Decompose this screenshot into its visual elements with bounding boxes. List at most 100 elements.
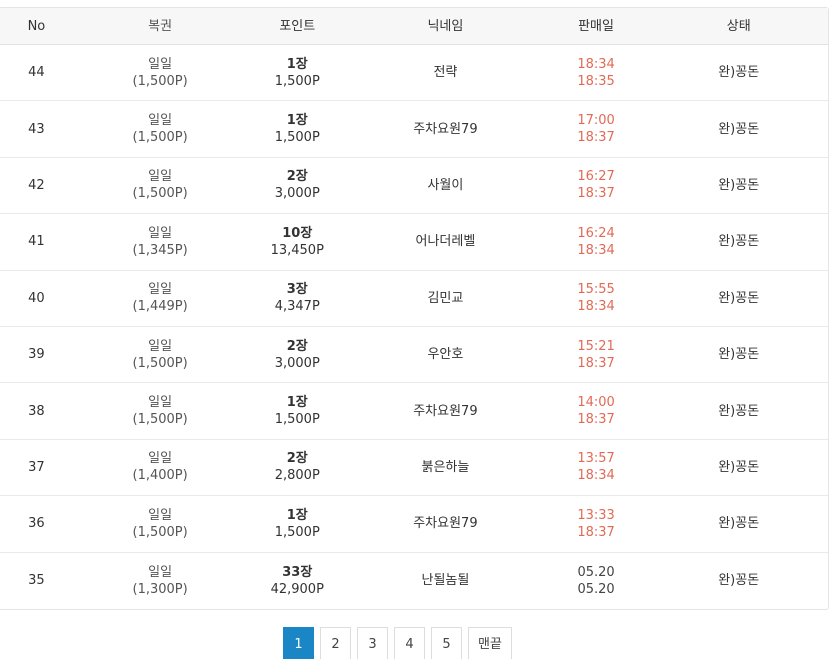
row-points: 10장 13,450P bbox=[246, 225, 348, 259]
row-no: 38 bbox=[28, 403, 45, 419]
points-total: 1,500P bbox=[274, 412, 320, 428]
table-body: 44 일일 (1,500P) 1장 1,500P 전략 18:34 18:35 완)꽁돈 43 일일… bbox=[0, 45, 828, 609]
row-ticket: 일일 (1,500P) bbox=[74, 56, 247, 90]
row-sold-time: 14:00 18:37 bbox=[543, 394, 650, 428]
row-no: 36 bbox=[28, 516, 45, 532]
row-nickname[interactable]: 주차요원79 bbox=[348, 403, 543, 420]
sold-time-start: 14:00 bbox=[577, 395, 615, 411]
sold-time-start: 13:57 bbox=[577, 451, 615, 467]
ticket-name: 일일 bbox=[148, 338, 173, 354]
ticket-quantity: 2장 bbox=[286, 338, 308, 354]
row-nickname[interactable]: 붉은하늘 bbox=[348, 459, 543, 476]
row-points: 1장 1,500P bbox=[246, 507, 348, 541]
page-last-button[interactable]: 맨끝 bbox=[468, 627, 512, 659]
row-ticket: 일일 (1,500P) bbox=[74, 168, 247, 202]
points-total: 42,900P bbox=[270, 581, 324, 597]
row-sold-time: 18:34 18:35 bbox=[543, 56, 650, 90]
sold-time-end: 18:34 bbox=[577, 299, 615, 315]
points-total: 3,000P bbox=[274, 186, 320, 202]
ticket-price: (1,500P) bbox=[132, 73, 188, 89]
ticket-quantity: 1장 bbox=[286, 395, 308, 411]
table-row: 39 일일 (1,500P) 2장 3,000P 우안호 15:21 18:37 완)꽁돈 bbox=[0, 327, 828, 384]
ticket-name: 일일 bbox=[148, 395, 173, 411]
sold-time-end: 05.20 bbox=[577, 581, 615, 597]
row-no: 41 bbox=[28, 234, 45, 250]
table-row: 38 일일 (1,500P) 1장 1,500P 주차요원79 14:00 18:37 완)꽁돈 bbox=[0, 383, 828, 440]
row-sold-time: 16:27 18:37 bbox=[543, 168, 650, 202]
row-sold-time: 15:55 18:34 bbox=[543, 281, 650, 315]
header-sold-date: 판매일 bbox=[578, 18, 614, 34]
ticket-quantity: 10장 bbox=[282, 225, 313, 241]
row-sold-time: 13:33 18:37 bbox=[543, 507, 650, 541]
row-nickname[interactable]: 어나더레벨 bbox=[348, 233, 543, 250]
table-header: No 복권 포인트 닉네임 판매일 상태 bbox=[0, 8, 828, 45]
ticket-price: (1,500P) bbox=[132, 355, 188, 371]
pagination: 1 2 3 4 5 맨끝 bbox=[283, 627, 512, 659]
row-points: 1장 1,500P bbox=[246, 112, 348, 146]
row-status: 완)꽁돈 bbox=[718, 121, 760, 137]
page-button-3[interactable]: 3 bbox=[357, 627, 388, 659]
row-nickname[interactable]: 우안호 bbox=[348, 346, 543, 363]
points-total: 2,800P bbox=[274, 468, 320, 484]
row-nickname[interactable]: 김민교 bbox=[348, 290, 543, 307]
sold-time-end: 18:37 bbox=[577, 412, 615, 428]
row-no: 43 bbox=[28, 121, 45, 137]
row-ticket: 일일 (1,500P) bbox=[74, 394, 247, 428]
header-status: 상태 bbox=[726, 18, 751, 34]
header-nickname: 닉네임 bbox=[427, 18, 464, 34]
row-sold-time: 16:24 18:34 bbox=[543, 225, 650, 259]
points-total: 1,500P bbox=[274, 73, 320, 89]
row-status: 완)꽁돈 bbox=[718, 234, 760, 250]
row-points: 2장 3,000P bbox=[246, 338, 348, 372]
row-sold-time: 05.20 05.20 bbox=[543, 564, 650, 598]
row-points: 1장 1,500P bbox=[246, 56, 348, 90]
table-row: 42 일일 (1,500P) 2장 3,000P 사월이 16:27 18:37 완)꽁돈 bbox=[0, 158, 828, 215]
ticket-name: 일일 bbox=[148, 169, 173, 185]
sold-time-end: 18:34 bbox=[577, 468, 615, 484]
row-status: 완)꽁돈 bbox=[718, 459, 760, 475]
page-button-4[interactable]: 4 bbox=[394, 627, 425, 659]
row-sold-time: 15:21 18:37 bbox=[543, 338, 650, 372]
row-status: 완)꽁돈 bbox=[718, 65, 760, 81]
row-ticket: 일일 (1,500P) bbox=[74, 338, 247, 372]
ticket-price: (1,500P) bbox=[132, 186, 188, 202]
row-nickname[interactable]: 난될놈될 bbox=[348, 572, 543, 589]
page-button-1[interactable]: 1 bbox=[283, 627, 314, 659]
row-ticket: 일일 (1,345P) bbox=[74, 225, 247, 259]
row-status: 완)꽁돈 bbox=[718, 177, 760, 193]
ticket-name: 일일 bbox=[148, 225, 173, 241]
page-button-5[interactable]: 5 bbox=[431, 627, 462, 659]
row-points: 3장 4,347P bbox=[246, 281, 348, 315]
ticket-price: (1,400P) bbox=[132, 468, 188, 484]
row-ticket: 일일 (1,500P) bbox=[74, 112, 247, 146]
row-status: 완)꽁돈 bbox=[718, 573, 760, 589]
table-row: 43 일일 (1,500P) 1장 1,500P 주차요원79 17:00 18:37 완)꽁돈 bbox=[0, 101, 828, 158]
row-status: 완)꽁돈 bbox=[718, 516, 760, 532]
table-row: 41 일일 (1,345P) 10장 13,450P 어나더레벨 16:24 18:34 완)꽁… bbox=[0, 214, 828, 271]
sales-table: No 복권 포인트 닉네임 판매일 상태 44 일일 (1,500P) 1장 1,500… bbox=[0, 7, 829, 610]
row-status: 완)꽁돈 bbox=[718, 347, 760, 363]
row-no: 44 bbox=[28, 65, 45, 81]
header-point: 포인트 bbox=[279, 18, 316, 34]
ticket-name: 일일 bbox=[148, 113, 173, 129]
ticket-price: (1,500P) bbox=[132, 524, 188, 540]
row-nickname[interactable]: 전략 bbox=[348, 64, 543, 81]
ticket-price: (1,345P) bbox=[132, 242, 188, 258]
ticket-price: (1,300P) bbox=[132, 581, 188, 597]
sold-time-end: 18:34 bbox=[577, 242, 615, 258]
table-row: 35 일일 (1,300P) 33장 42,900P 난될놈될 05.20 05.20 완)꽁돈 bbox=[0, 553, 828, 609]
points-total: 13,450P bbox=[270, 242, 324, 258]
ticket-name: 일일 bbox=[148, 56, 173, 72]
row-nickname[interactable]: 사월이 bbox=[348, 177, 543, 194]
page-button-2[interactable]: 2 bbox=[320, 627, 351, 659]
sold-time-start: 15:55 bbox=[577, 282, 615, 298]
points-total: 4,347P bbox=[274, 299, 320, 315]
row-no: 37 bbox=[28, 459, 45, 475]
row-nickname[interactable]: 주차요원79 bbox=[348, 515, 543, 532]
ticket-quantity: 1장 bbox=[286, 113, 308, 129]
row-nickname[interactable]: 주차요원79 bbox=[348, 121, 543, 138]
sold-time-end: 18:35 bbox=[577, 73, 615, 89]
ticket-quantity: 1장 bbox=[286, 56, 308, 72]
row-sold-time: 17:00 18:37 bbox=[543, 112, 650, 146]
table-row: 37 일일 (1,400P) 2장 2,800P 붉은하늘 13:57 18:34 완)꽁돈 bbox=[0, 440, 828, 497]
